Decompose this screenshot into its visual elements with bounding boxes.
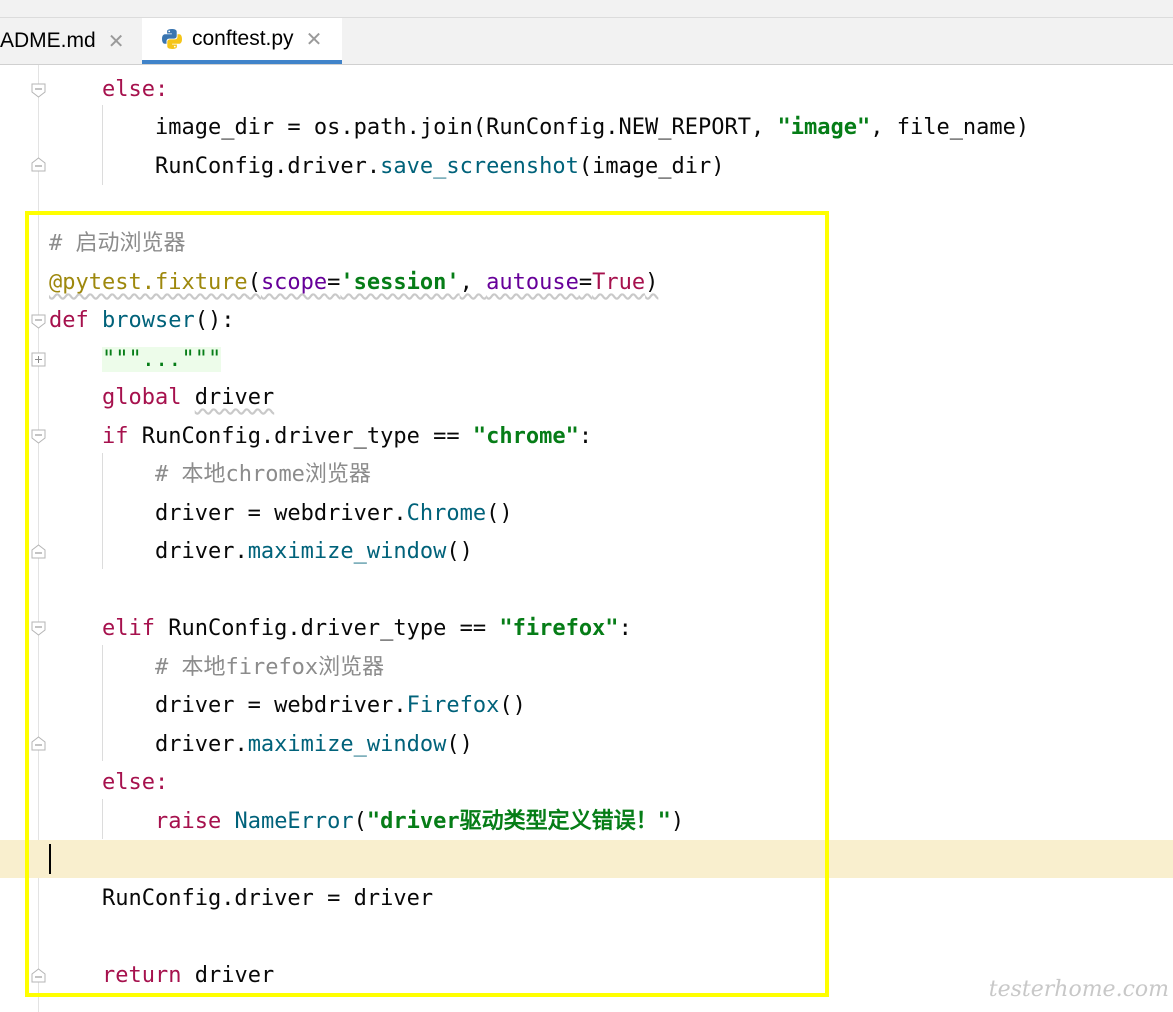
- code-comment: # 本地firefox浏览器: [154, 655, 385, 680]
- code-token: ():: [194, 308, 235, 333]
- code-token: driver: [194, 385, 275, 410]
- code-keyword: True: [592, 270, 646, 295]
- code-token: driver = webdriver.: [154, 693, 407, 718]
- text-caret: [49, 844, 51, 874]
- code-line: image_dir = os.path.join(RunConfig.NEW_R…: [49, 109, 1029, 147]
- fold-collapse-icon[interactable]: [31, 621, 46, 636]
- code-line: global driver: [49, 379, 274, 417]
- tab-readme[interactable]: ADME.md ✕: [0, 18, 140, 64]
- code-line: # 本地chrome浏览器: [49, 456, 371, 494]
- code-token: else:: [101, 77, 169, 102]
- code-comment: # 本地chrome浏览器: [154, 462, 371, 487]
- code-line: else:: [49, 71, 168, 109]
- code-line: # 本地firefox浏览器: [49, 649, 384, 687]
- python-file-icon: [160, 27, 184, 51]
- code-token: RunConfig.driver_type ==: [128, 424, 473, 449]
- watermark: testerhome.com: [988, 977, 1169, 1002]
- code-param: autouse: [486, 270, 579, 295]
- code-function: Firefox: [406, 693, 500, 718]
- code-token: image_dir = os.path.join(RunConfig.NEW_R…: [154, 115, 778, 140]
- code-token: (image_dir): [578, 154, 725, 179]
- code-keyword: def: [49, 308, 89, 333]
- code-token: (): [499, 693, 526, 718]
- code-line: """...""": [49, 341, 222, 379]
- code-keyword: global: [101, 385, 182, 410]
- code-function: Chrome: [406, 501, 487, 526]
- code-function: maximize_window: [247, 732, 447, 757]
- close-icon[interactable]: ✕: [306, 27, 323, 52]
- code-string: "firefox": [499, 616, 619, 641]
- code-string: "driver驱动类型定义错误！": [366, 809, 671, 834]
- code-keyword: return: [101, 963, 182, 988]
- code-token: driver: [194, 963, 275, 988]
- code-line: elif RunConfig.driver_type == "firefox":: [101, 616, 632, 641]
- code-token: , file_name): [870, 115, 1030, 140]
- close-icon[interactable]: ✕: [108, 29, 125, 54]
- fold-collapse-icon[interactable]: [31, 314, 46, 329]
- code-keyword: elif: [101, 616, 155, 641]
- fold-expand-icon[interactable]: [31, 352, 46, 367]
- code-line: driver = webdriver.Chrome(): [49, 495, 513, 533]
- code-keyword: else:: [101, 770, 169, 795]
- code-keyword: raise: [154, 809, 222, 834]
- tab-label: ADME.md: [0, 29, 96, 52]
- tab-label: conftest.py: [192, 27, 294, 50]
- folded-docstring[interactable]: """...""": [101, 347, 222, 372]
- fold-end-icon[interactable]: [31, 157, 46, 172]
- code-function: maximize_window: [247, 539, 447, 564]
- code-line: else:: [49, 764, 168, 802]
- code-function: save_screenshot: [380, 154, 579, 179]
- code-token: (): [486, 501, 513, 526]
- fold-end-icon[interactable]: [31, 968, 46, 983]
- code-string: 'session': [340, 270, 460, 295]
- code-function: browser: [102, 308, 195, 333]
- current-line-highlight: [0, 840, 1173, 878]
- fold-end-icon[interactable]: [31, 544, 46, 559]
- code-token: (): [446, 539, 473, 564]
- window-top-strip: [0, 0, 1173, 18]
- code-token: driver = webdriver.: [154, 501, 407, 526]
- code-string: "image": [777, 115, 871, 140]
- code-param: scope: [260, 270, 328, 295]
- code-line: raise NameError("driver驱动类型定义错误！"): [154, 809, 685, 834]
- code-decorator: @pytest.fixture: [49, 270, 248, 295]
- code-line: # 启动浏览器: [49, 225, 186, 263]
- code-line: return driver: [49, 957, 274, 995]
- code-editor[interactable]: else: image_dir = os.path.join(RunConfig…: [0, 65, 1173, 1012]
- code-line: RunConfig.driver = driver: [49, 880, 433, 918]
- code-comment: # 启动浏览器: [49, 231, 186, 256]
- code-token: RunConfig.driver_type ==: [154, 616, 500, 641]
- code-line: driver.maximize_window(): [49, 726, 473, 764]
- fold-collapse-icon[interactable]: [31, 429, 46, 444]
- code-token: RunConfig.driver = driver: [101, 886, 434, 911]
- fold-collapse-icon[interactable]: [31, 83, 46, 98]
- code-line: def browser():: [49, 302, 234, 340]
- code-token: (): [446, 732, 473, 757]
- code-line: driver = webdriver.Firefox(): [49, 687, 526, 725]
- code-line: RunConfig.driver.save_screenshot(image_d…: [49, 148, 725, 186]
- code-line: driver.maximize_window(): [49, 533, 473, 571]
- tab-conftest[interactable]: conftest.py ✕: [142, 18, 342, 64]
- code-line: @pytest.fixture(scope='session', autouse…: [49, 270, 659, 295]
- editor-tab-bar: ADME.md ✕ conftest.py ✕: [0, 18, 1173, 65]
- code-token: RunConfig.driver.: [154, 154, 381, 179]
- code-keyword: if: [101, 424, 129, 449]
- code-token: driver.: [154, 539, 248, 564]
- fold-end-icon[interactable]: [31, 736, 46, 751]
- code-token: driver.: [154, 732, 248, 757]
- code-class: NameError: [234, 809, 354, 834]
- code-string: "chrome": [472, 424, 579, 449]
- code-line: if RunConfig.driver_type == "chrome":: [101, 424, 593, 449]
